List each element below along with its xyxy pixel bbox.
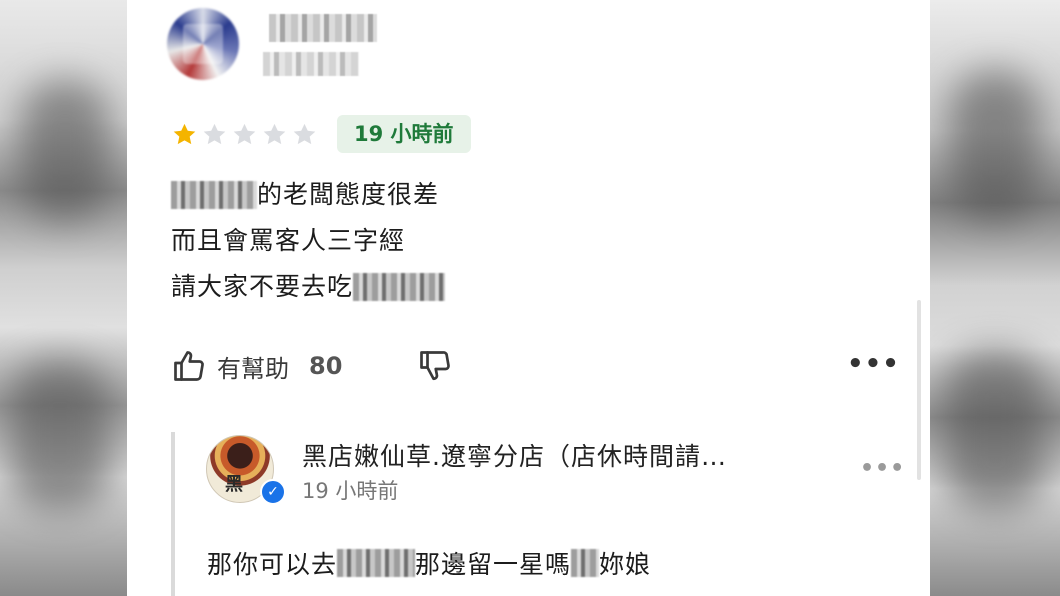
reply-text-part-1: 那你可以去 (207, 550, 338, 579)
verified-check-icon: ✓ (260, 479, 286, 505)
reply-text-part-2: 那邊留一星嗎 (415, 550, 572, 579)
censored-text (337, 549, 416, 577)
review-line-1: 的老闆態度很差 (171, 172, 445, 218)
review-text: 的老闆態度很差 而且會罵客人三字經 請大家不要去吃 (171, 172, 446, 310)
helpful-label: 有幫助 (217, 354, 289, 383)
star-empty-icon (233, 123, 256, 145)
helpful-button[interactable]: 有幫助 80 (171, 348, 342, 384)
review-line-1-text: 的老闆態度很差 (257, 180, 440, 209)
star-rating (171, 121, 318, 148)
blurred-background-right (930, 0, 1060, 596)
reviewer-name-pixelated[interactable] (269, 14, 377, 42)
star-empty-icon (263, 123, 286, 145)
blurred-background-left (0, 0, 127, 596)
scrollbar[interactable] (917, 300, 921, 480)
censored-shop-name (353, 273, 446, 301)
helpful-count: 80 (309, 352, 343, 380)
star-filled-icon (173, 123, 196, 145)
review-more-button[interactable]: ••• (847, 351, 900, 377)
review-time-badge: 19 小時前 (337, 115, 471, 153)
review-line-2: 而且會罵客人三字經 (171, 218, 445, 264)
thumbs-up-icon (174, 351, 204, 381)
reviewer-avatar[interactable] (167, 8, 239, 80)
review-line-3-text: 請大家不要去吃 (171, 272, 354, 301)
censored-shop-name (171, 181, 257, 209)
censored-text (571, 549, 600, 577)
star-empty-icon (203, 123, 226, 145)
reply-text-part-3: 妳娘 (599, 550, 652, 579)
reply-text: 那你可以去 那邊留一星嗎 妳娘 (207, 545, 651, 581)
reply-more-button[interactable]: ••• (860, 456, 905, 481)
review-panel: 19 小時前 的老闆態度很差 而且會罵客人三字經 請大家不要去吃 有幫助 80 (127, 0, 930, 596)
reply-divider (171, 432, 175, 596)
review-actions: 有幫助 80 ••• (171, 340, 899, 390)
review-line-2-text: 而且會罵客人三字經 (171, 226, 406, 255)
review-line-3: 請大家不要去吃 (171, 264, 446, 310)
shop-avatar-mark: 黑 (225, 474, 243, 495)
shop-name[interactable]: 黑店嫩仙草.遼寧分店（店休時間請… (302, 437, 727, 473)
reply-time: 19 小時前 (302, 479, 399, 503)
reviewer-meta-pixelated (263, 52, 359, 76)
thumbs-down-icon (420, 351, 450, 381)
not-helpful-button[interactable] (417, 348, 453, 388)
star-empty-icon (293, 123, 316, 145)
